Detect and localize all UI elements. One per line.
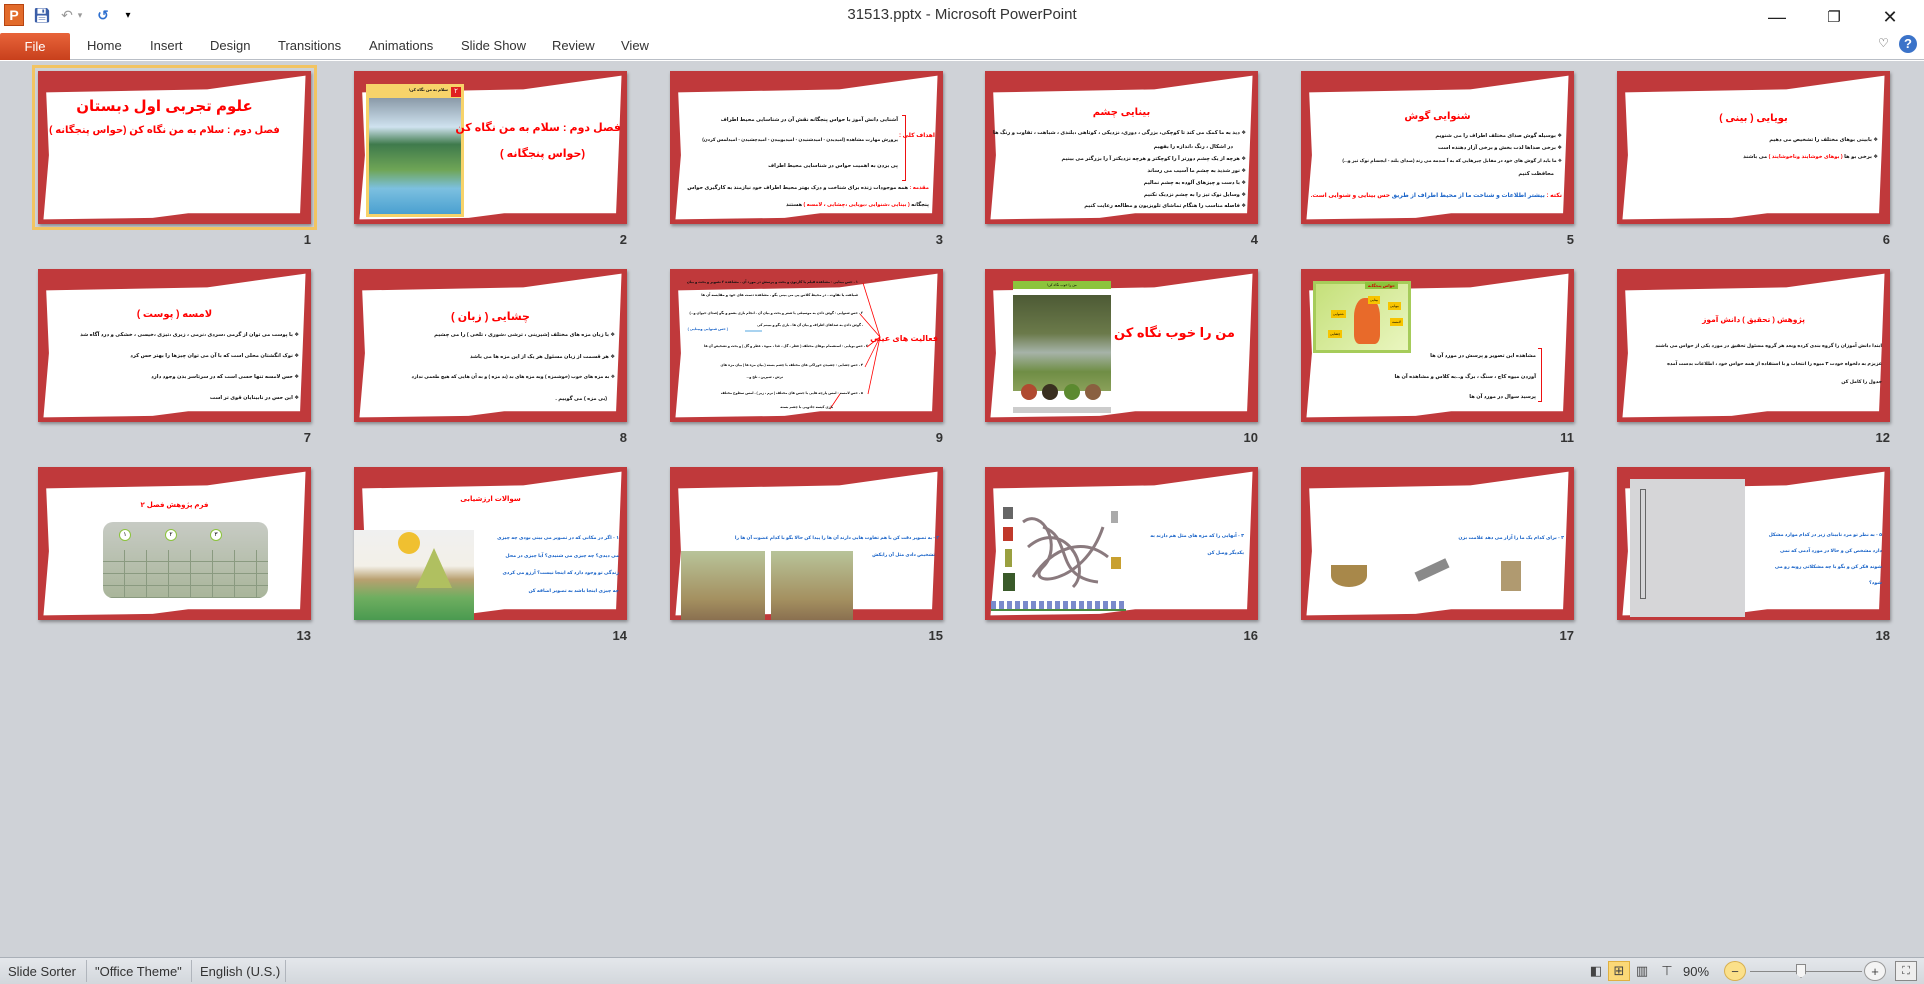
ribbon-tabs: File Home Insert Design Transitions Anim… — [0, 32, 1924, 60]
slide-sorter-pane: علوم تجربی اول دبستان فصل دوم : سلام به … — [0, 61, 1924, 957]
slide-number: 5 — [1566, 232, 1574, 247]
tab-file[interactable]: File — [0, 33, 70, 60]
theme-indicator[interactable]: "Office Theme" — [95, 964, 182, 979]
tab-home[interactable]: Home — [87, 38, 122, 53]
slide-thumbnail-7[interactable]: لامسه ( پوست ) ❖ با پوست می توان از گرمی… — [38, 269, 311, 422]
slide-title: چشایی ( زبان ) — [451, 311, 530, 323]
slide-thumbnail-4[interactable]: بینایی چشم ❖ دید به ما کمک می کند تا کوچ… — [985, 71, 1258, 224]
view-indicator: Slide Sorter — [8, 964, 76, 979]
zoom-in-button[interactable]: + — [1864, 961, 1886, 981]
status-bar: Slide Sorter "Office Theme" English (U.S… — [0, 957, 1924, 984]
slide-thumbnail-5[interactable]: شنوایی گوش ❖ بوسیله گوش صدای مختلف اطراف… — [1301, 71, 1574, 224]
zoom-slider-thumb[interactable] — [1796, 964, 1806, 978]
slide-thumbnail-9[interactable]: فعالیت های عینی ۱ - حس بینایی : مشاهده ف… — [670, 269, 943, 422]
close-button[interactable]: ✕ — [1870, 4, 1910, 30]
slide-title: بویایی ( بینی ) — [1719, 113, 1788, 124]
research-form-image: ۱ ۲ ۳ — [103, 522, 268, 598]
help-icon[interactable]: ? — [1899, 35, 1917, 53]
slide-title: فرم پژوهش فصل ۲ — [140, 502, 209, 509]
slide-number: 14 — [612, 628, 627, 643]
picture-left — [681, 551, 765, 620]
slide-title: علوم تجربی اول دبستان — [76, 98, 253, 115]
slide-number: 2 — [619, 232, 627, 247]
soup-pot-image — [1331, 565, 1367, 587]
tab-review[interactable]: Review — [552, 38, 595, 53]
picture-right — [771, 551, 853, 620]
slide-thumbnail-16[interactable]: ۳ - آنهایی را که مزه های مثل هم دارند به… — [985, 467, 1258, 620]
slide-title: لامسه ( پوست ) — [136, 309, 213, 320]
slide-title: بینایی چشم — [1092, 107, 1151, 118]
tab-insert[interactable]: Insert — [150, 38, 183, 53]
slide-thumbnail-13[interactable]: فرم پژوهش فصل ۲ ۱ ۲ ۳ — [38, 467, 311, 620]
window-title: 31513.pptx - Microsoft PowerPoint — [847, 6, 1077, 23]
slide-number: 3 — [935, 232, 943, 247]
slide-number: 16 — [1243, 628, 1258, 643]
slide-sorter-view-icon[interactable]: ⊞ — [1608, 961, 1630, 981]
slide-thumbnail-14[interactable]: سوالات ارزشیابی ۱ - اگر در مکانی که در ت… — [354, 467, 627, 620]
reading-view-icon[interactable]: ▥ — [1631, 961, 1653, 981]
slide-thumbnail-12[interactable]: پژوهش ( تحقیق ) دانش آموز ابتدا دانش آمو… — [1617, 269, 1890, 422]
book-page-image: من را خوب نگاه کن! — [1013, 281, 1111, 413]
slide-number: 13 — [296, 628, 311, 643]
slide-number: 9 — [935, 430, 943, 445]
slide-thumbnail-18[interactable]: ۵ - به نظر تو مرد نابینای زیر در کدام مو… — [1617, 467, 1890, 620]
slide-number: 18 — [1875, 628, 1890, 643]
slide-subtitle: (حواس پنجگانه ) — [499, 148, 586, 160]
bracket — [1538, 348, 1542, 402]
bracket — [902, 115, 906, 181]
fit-to-window-icon[interactable]: ⛶ — [1895, 961, 1917, 981]
slide-thumbnail-1[interactable]: علوم تجربی اول دبستان فصل دوم : سلام به … — [32, 65, 317, 230]
normal-view-icon[interactable]: ◧ — [1585, 961, 1607, 981]
slide-title: من را خوب نگاه کن — [1114, 325, 1235, 340]
slide-subtitle: فصل دوم : سلام به من نگاه کن (حواس پنجگا… — [49, 125, 280, 136]
slide-title: سوالات ارزشیابی — [460, 496, 521, 503]
slide-thumbnail-2[interactable]: سلام به من نگاه کن! ۲ فصل دوم : سلام به … — [354, 71, 627, 224]
slide-thumbnail-6[interactable]: بویایی ( بینی ) ❖ بابینی بوهای مختلف را … — [1617, 71, 1890, 224]
restore-button[interactable]: ❐ — [1814, 4, 1854, 30]
slide-number: 6 — [1882, 232, 1890, 247]
slide-thumbnail-17[interactable]: ۴ - برای کدام یک ما را آزار می دهد علامت… — [1301, 467, 1574, 620]
slide-show-view-icon[interactable]: ⊤ — [1656, 961, 1678, 981]
minimize-button[interactable]: — — [1757, 4, 1797, 30]
slide-thumbnail-8[interactable]: چشایی ( زبان ) ❖ با زبان مزه های مختلف (… — [354, 269, 627, 422]
flowers-border — [991, 601, 1126, 611]
tab-design[interactable]: Design — [210, 38, 250, 53]
zoom-out-button[interactable]: − — [1724, 961, 1746, 981]
language-indicator[interactable]: English (U.S.) — [200, 964, 280, 979]
slide-thumbnail-3[interactable]: اهداف کلی : آشنایی دانش آموز با حواس پنج… — [670, 71, 943, 224]
spray-bottle-image — [1501, 561, 1521, 591]
blind-man-worksheet-image — [1630, 479, 1745, 617]
title-bar: P 💾︎ ↶ ▾ ↺ ▾ 31513.pptx - Microsoft Powe… — [0, 0, 1924, 32]
slide-number: 4 — [1250, 232, 1258, 247]
tab-transitions[interactable]: Transitions — [278, 38, 341, 53]
slide-title: پژوهش ( تحقیق ) دانش آموز — [1702, 315, 1805, 324]
slide-number: 11 — [1560, 430, 1574, 445]
slide-thumbnail-15[interactable]: ۲ - به تصویر دقت کن با هم تفاوت هایی دار… — [670, 467, 943, 620]
tab-animations[interactable]: Animations — [369, 38, 433, 53]
tab-view[interactable]: View — [621, 38, 649, 53]
slide-number: 17 — [1559, 628, 1574, 643]
slide-number: 1 — [303, 232, 311, 247]
slide-title: فصل دوم : سلام به من نگاه کن — [455, 122, 621, 134]
slide-number: 8 — [619, 430, 627, 445]
tab-slide-show[interactable]: Slide Show — [461, 38, 526, 53]
drawing-image — [354, 530, 474, 620]
slide-thumbnail-11[interactable]: حواس پنجگانه بینایی شنوایی بویایی لامسه … — [1301, 269, 1574, 422]
slide-title: شنوایی گوش — [1404, 111, 1471, 122]
zoom-slider[interactable] — [1750, 971, 1862, 972]
minimize-ribbon-icon[interactable]: ♡ — [1878, 36, 1889, 50]
book-cover-image: سلام به من نگاه کن! ۲ — [366, 84, 464, 217]
slide-number: 12 — [1875, 430, 1890, 445]
slide-number: 7 — [303, 430, 311, 445]
slide-number: 15 — [928, 628, 943, 643]
maze-image — [1003, 507, 1123, 597]
five-senses-image: حواس پنجگانه بینایی شنوایی بویایی لامسه … — [1313, 281, 1411, 353]
zoom-level[interactable]: 90% — [1683, 964, 1709, 979]
slide-number: 10 — [1243, 430, 1258, 445]
slide-thumbnail-10[interactable]: من را خوب نگاه کن! من را خوب نگاه کن — [985, 269, 1258, 422]
